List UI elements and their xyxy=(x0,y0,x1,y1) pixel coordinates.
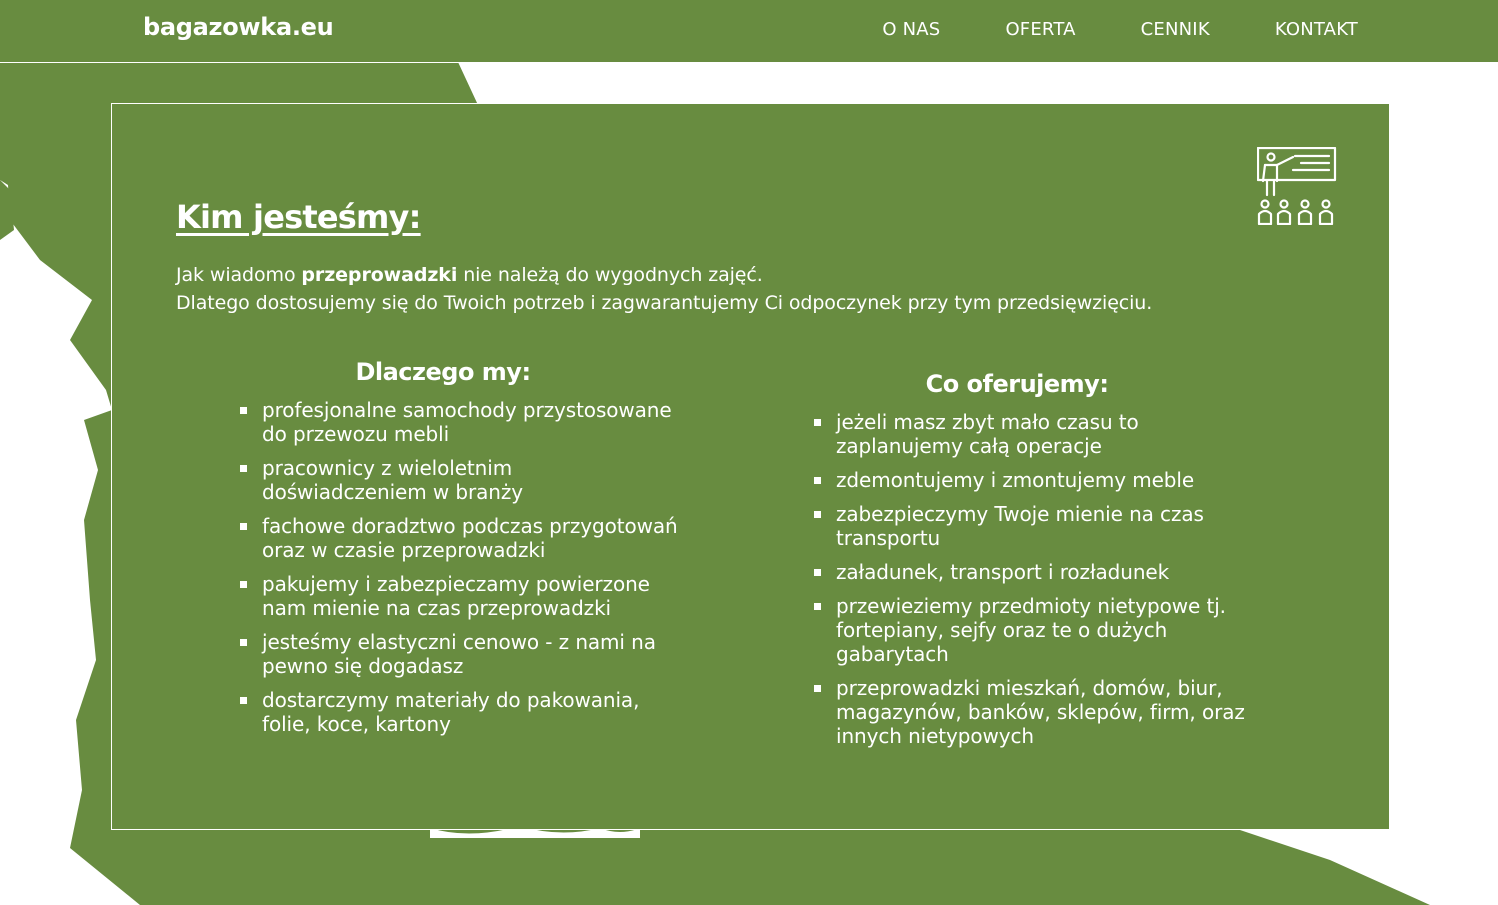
list-item: przeprowadzki mieszkań, domów, biur, mag… xyxy=(814,676,1254,748)
nav-link-oferta[interactable]: OFERTA xyxy=(1005,19,1075,40)
list-item: jesteśmy elastyczni cenowo - z nami na p… xyxy=(240,630,680,678)
intro-text-bold: przeprowadzki xyxy=(301,264,458,286)
list-item: przewieziemy przedmioty nietypowe tj. fo… xyxy=(814,594,1254,666)
top-navbar: bagazowka.eu O NAS OFERTA CENNIK KONTAKT xyxy=(0,0,1498,63)
intro-text: Jak wiadomo przeprowadzki nie należą do … xyxy=(176,261,1152,317)
site-logo[interactable]: bagazowka.eu xyxy=(143,13,334,41)
offer-heading: Co oferujemy: xyxy=(925,370,1109,398)
list-item: fachowe doradztwo podczas przygotowań or… xyxy=(240,514,680,562)
list-item: profesjonalne samochody przystosowane do… xyxy=(240,398,680,446)
list-item: załadunek, transport i rozładunek xyxy=(814,560,1254,584)
intro-text-part: Jak wiadomo xyxy=(176,264,302,286)
main-nav: O NAS OFERTA CENNIK KONTAKT xyxy=(817,19,1358,40)
section-title: Kim jesteśmy: xyxy=(176,198,421,236)
intro-line-2: Dlatego dostosujemy się do Twoich potrze… xyxy=(176,292,1153,314)
intro-text-part: nie należą do wygodnych zajęć. xyxy=(457,264,763,286)
about-panel: Kim jesteśmy: Jak wiadomo przeprowadzki … xyxy=(111,103,1390,830)
page: bagazowka.eu O NAS OFERTA CENNIK KONTAKT xyxy=(0,0,1498,905)
offer-list: jeżeli masz zbyt mało czasu to zaplanuje… xyxy=(814,410,1254,748)
presentation-teacher-icon xyxy=(1257,147,1337,225)
nav-link-kontakt[interactable]: KONTAKT xyxy=(1275,19,1358,40)
list-item: zabezpieczymy Twoje mienie na czas trans… xyxy=(814,502,1254,550)
list-item: pakujemy i zabezpieczamy powierzone nam … xyxy=(240,572,680,620)
nav-link-cennik[interactable]: CENNIK xyxy=(1141,19,1210,40)
offer-column: Co oferujemy: jeżeli masz zbyt mało czas… xyxy=(814,370,1254,758)
nav-link-o-nas[interactable]: O NAS xyxy=(882,19,940,40)
intro-line-1: Jak wiadomo przeprowadzki nie należą do … xyxy=(176,261,1152,289)
list-item: dostarczymy materiały do pakowania, foli… xyxy=(240,688,680,736)
why-us-list: profesjonalne samochody przystosowane do… xyxy=(240,398,680,736)
why-us-column: Dlaczego my: profesjonalne samochody prz… xyxy=(240,358,680,746)
list-item: jeżeli masz zbyt mało czasu to zaplanuje… xyxy=(814,410,1254,458)
why-us-heading: Dlaczego my: xyxy=(355,358,531,386)
list-item: pracownicy z wieloletnim doświadczeniem … xyxy=(240,456,680,504)
list-item: zdemontujemy i zmontujemy meble xyxy=(814,468,1254,492)
